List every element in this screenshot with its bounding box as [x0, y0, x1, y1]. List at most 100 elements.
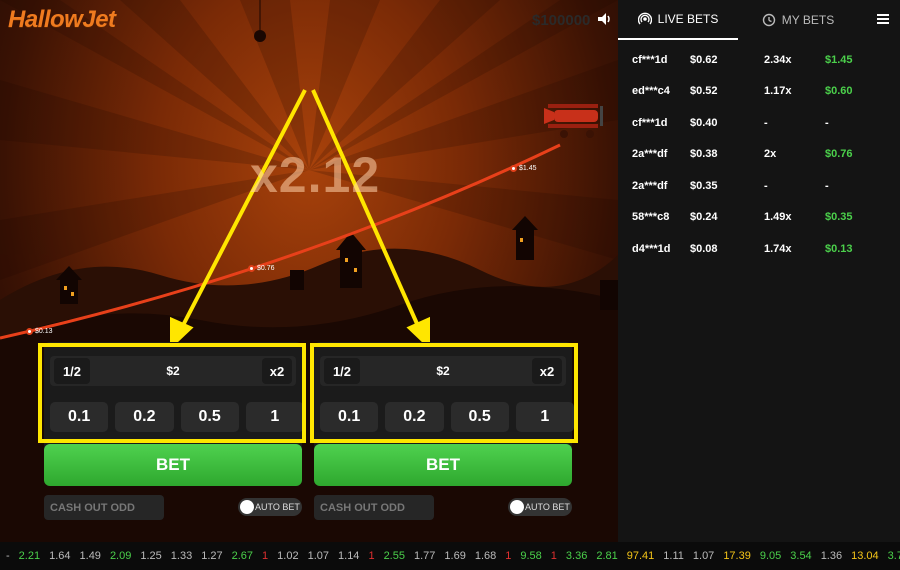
history-multiplier: 13.04 [851, 550, 879, 562]
bet-user: d4***1d [632, 242, 671, 255]
history-multiplier: 1.14 [338, 550, 360, 562]
bet-amount: $0.35 [690, 179, 718, 192]
auto-bet-toggle[interactable]: AUTO BET [238, 498, 302, 516]
game-app: HallowJet $100000 x2.12 $0.13 $0.76 $1.4… [0, 0, 900, 570]
history-multiplier: 1 [505, 550, 512, 562]
cashout-odd-input[interactable]: CASH OUT ODD [44, 495, 164, 520]
bet-user: cf***1d [632, 53, 668, 66]
history-multiplier: 1.68 [474, 550, 497, 562]
history-multiplier: 1.36 [820, 550, 843, 562]
bet-amount: $0.24 [690, 211, 718, 224]
tab-live-bets[interactable]: LIVE BETS [618, 0, 738, 40]
bet-win: $0.76 [825, 148, 853, 161]
bet-win: $0.13 [825, 242, 853, 255]
tab-label: MY BETS [781, 13, 835, 27]
bet-amount: $0.40 [690, 116, 718, 129]
history-multiplier: 2.81 [596, 550, 618, 562]
history-multiplier: 1.33 [170, 550, 193, 562]
bet-button[interactable]: BET [44, 444, 302, 486]
cashout-marker: $1.45 [510, 165, 537, 172]
balance-display: $100000 [532, 12, 591, 29]
history-multiplier: 2.55 [383, 550, 405, 562]
history-multiplier: 2.67 [231, 550, 254, 562]
marker-dot [510, 165, 517, 172]
history-multiplier: 9.05 [759, 550, 782, 562]
history-multiplier: 3.54 [790, 550, 812, 562]
current-multiplier: x2.12 [250, 147, 381, 203]
bet-row: cf***1d $0.62 2.34x $1.45 [618, 44, 900, 76]
multiplier-history-strip: -2.21 1.64 1.49 2.09 1.25 1.33 1.27 2.67 1 1.02 1.… [0, 542, 900, 570]
bet-amount: $0.62 [690, 53, 718, 66]
bet-multiplier: 1.74x [764, 242, 792, 255]
bets-sidebar: LIVE BETS MY BETS cf***1d $0.62 2.34x $1… [618, 0, 900, 542]
game-logo: HallowJet [8, 6, 116, 33]
bet-multiplier: 2x [764, 148, 777, 161]
bet-user: 58***c8 [632, 211, 670, 224]
highlight-box [310, 343, 578, 443]
bet-win: $0.35 [825, 211, 853, 224]
bet-user: 2a***df [632, 179, 668, 192]
history-multiplier: - [6, 550, 10, 562]
game-area: HallowJet $100000 x2.12 $0.13 $0.76 $1.4… [0, 0, 618, 542]
history-multiplier: 1.77 [413, 550, 436, 562]
bet-user: cf***1d [632, 116, 668, 129]
history-multiplier: 1.27 [201, 550, 223, 562]
bet-win: - [825, 179, 829, 192]
history-multiplier: 1.25 [140, 550, 162, 562]
history-multiplier: 97.41 [626, 550, 655, 562]
history-multiplier: 1.49 [79, 550, 101, 562]
bet-row: 2a***df $0.35 - - [618, 170, 900, 202]
history-multiplier: 1.02 [277, 550, 299, 562]
bet-row: cf***1d $0.40 - - [618, 107, 900, 139]
history-multiplier: 1 [262, 550, 269, 562]
toggle-knob [510, 500, 524, 514]
bet-win: $0.60 [825, 85, 853, 98]
marker-label: $0.76 [257, 265, 275, 272]
biplane-icon [544, 104, 603, 138]
live-bets-list: cf***1d $0.62 2.34x $1.45 ed***c4 $0.52 … [618, 44, 900, 265]
history-multiplier: 2.09 [109, 550, 132, 562]
auto-bet-label: AUTO BET [525, 502, 570, 512]
history-multiplier: 1.07 [307, 550, 330, 562]
history-multiplier: 1.11 [663, 550, 684, 562]
bet-user: 2a***df [632, 148, 668, 161]
bet-amount: $0.38 [690, 148, 718, 161]
marker-label: $1.45 [519, 165, 537, 172]
marker-label: $0.13 [35, 328, 53, 335]
hamburger-menu-icon[interactable] [876, 12, 890, 26]
bet-multiplier: 2.34x [764, 53, 792, 66]
marker-dot [26, 328, 33, 335]
history-multiplier: 9.58 [520, 550, 542, 562]
bet-multiplier: 1.17x [764, 85, 792, 98]
history-icon [762, 13, 775, 27]
bet-win: $1.45 [825, 53, 853, 66]
speaker-icon[interactable] [596, 11, 612, 27]
history-multiplier: 1.69 [444, 550, 466, 562]
history-multiplier: 1.64 [49, 550, 71, 562]
bet-multiplier: 1.49x [764, 211, 792, 224]
bet-amount: $0.52 [690, 85, 718, 98]
bet-multiplier: - [764, 179, 768, 192]
bet-user: ed***c4 [632, 85, 670, 98]
auto-bet-toggle[interactable]: AUTO BET [508, 498, 572, 516]
marker-dot [248, 265, 255, 272]
history-multiplier: 2.21 [18, 550, 41, 562]
history-multiplier: 3.7 [887, 550, 900, 562]
history-multiplier: 1.07 [692, 550, 715, 562]
bet-row: 2a***df $0.38 2x $0.76 [618, 139, 900, 171]
history-multiplier: 3.36 [565, 550, 588, 562]
history-multiplier: 1 [368, 550, 375, 562]
toggle-knob [240, 500, 254, 514]
tab-my-bets[interactable]: MY BETS [738, 0, 858, 40]
bet-row: d4***1d $0.08 1.74x $0.13 [618, 233, 900, 265]
tab-label: LIVE BETS [657, 12, 719, 26]
highlight-box [38, 343, 306, 443]
cashout-odd-input[interactable]: CASH OUT ODD [314, 495, 434, 520]
bets-tabs: LIVE BETS MY BETS [618, 0, 900, 40]
bet-row: ed***c4 $0.52 1.17x $0.60 [618, 76, 900, 108]
auto-bet-label: AUTO BET [255, 502, 300, 512]
bet-button[interactable]: BET [314, 444, 572, 486]
history-multiplier: 1 [550, 550, 557, 562]
bet-win: - [825, 116, 829, 129]
bet-amount: $0.08 [690, 242, 718, 255]
